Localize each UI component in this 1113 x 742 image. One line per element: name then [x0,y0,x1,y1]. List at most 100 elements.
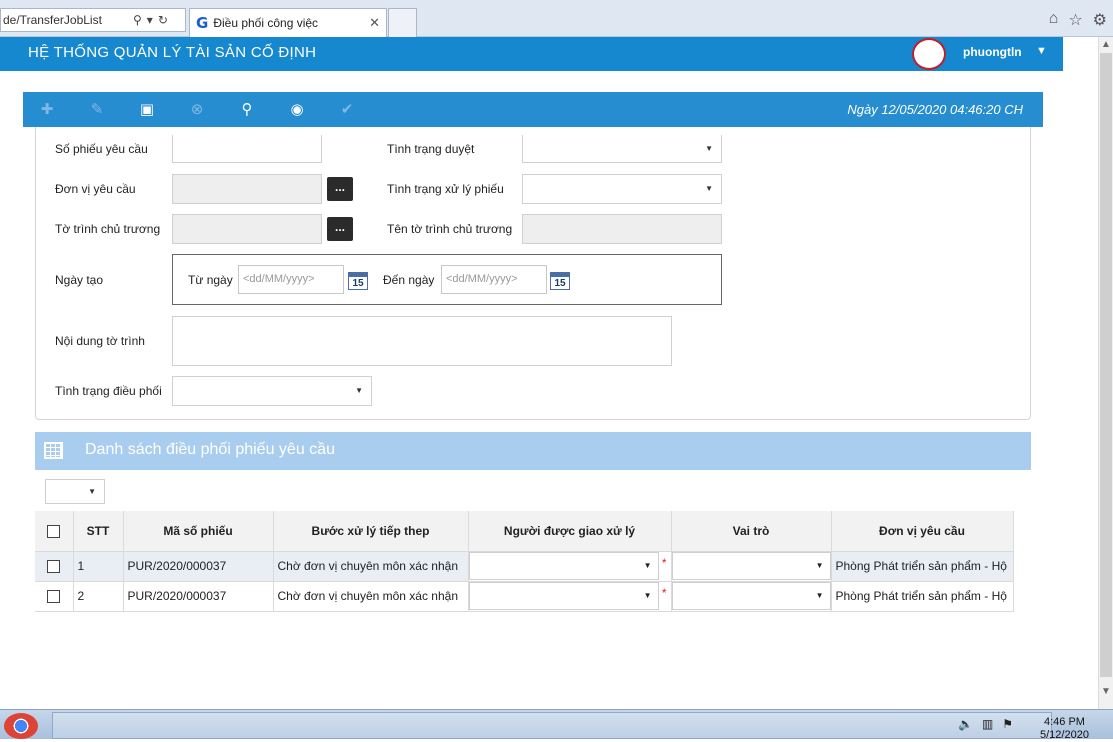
close-icon[interactable]: ✕ [369,15,380,31]
current-datetime: Ngày 12/05/2020 04:46:20 CH [847,102,1023,117]
chevron-down-icon[interactable]: ▾ [147,13,153,27]
table-header-row: STT Mã số phiếu Bước xử lý tiếp thep Ngư… [35,511,1014,552]
refresh-icon[interactable]: ↻ [158,13,168,27]
chevron-down-icon: ▼ [643,591,652,600]
scroll-up-icon[interactable]: ▲ [1101,39,1111,50]
assignee-cell[interactable]: ▼ * [468,551,672,582]
save-icon[interactable]: ▣ [137,100,157,120]
so-phieu-input[interactable] [172,135,322,163]
noi-dung-textarea[interactable] [172,316,672,366]
cancel-icon[interactable]: ⊗ [187,100,207,120]
required-mark: * [661,586,667,600]
scroll-down-icon[interactable]: ▼ [1101,686,1111,697]
tab-active[interactable]: G Điều phối công việc ✕ [189,8,387,37]
action-toolbar: ✚ ✎ ▣ ⊗ ⚲ ◉ ✔ Ngày 12/05/2020 04:46:20 C… [23,92,1043,127]
select-all-checkbox[interactable] [47,524,61,538]
den-ngay-input[interactable]: <dd/MM/yyyy> [441,265,547,294]
tinh-trang-xu-ly-label: Tình trạng xử lý phiếu [387,182,504,196]
clock[interactable]: 4:46 PM 5/12/2020 [1040,716,1089,742]
don-vi-cell: Phòng Phát triển sản phẩm - Hộ [831,551,1014,582]
gear-icon[interactable]: ⚙ [1093,10,1107,30]
don-vi-cell: Phòng Phát triển sản phẩm - Hộ [831,581,1014,612]
home-icon[interactable]: ⌂ [1049,10,1059,30]
search-icon[interactable]: ⚲ [237,100,257,120]
tinh-trang-duyet-select[interactable]: ▼ [522,135,722,163]
role-cell[interactable]: ▼ [671,551,832,582]
taskbar-window-button[interactable] [52,712,1052,739]
to-trinh-input[interactable] [172,214,322,244]
search-icon[interactable]: ⚲ [133,13,142,27]
clock-date: 5/12/2020 [1040,729,1089,741]
coordination-table: STT Mã số phiếu Bước xử lý tiếp thep Ngư… [35,511,1014,612]
column-header[interactable]: Người được giao xử lý [468,511,672,552]
grid-icon [44,442,63,459]
don-vi-input[interactable] [172,174,322,204]
row-select-cell[interactable] [35,551,74,582]
view-icon[interactable]: ◉ [287,100,307,120]
company-logo-icon [912,38,946,70]
assignee-cell[interactable]: ▼ * [468,581,672,612]
role-cell[interactable]: ▼ [671,581,832,612]
ma-so-cell: PUR/2020/000037 [123,581,274,612]
stt-cell: 2 [73,581,124,612]
approve-icon[interactable]: ✔ [337,100,357,120]
scroll-thumb[interactable] [1100,53,1112,677]
date-range-box: Từ ngày <dd/MM/yyyy> 15 Đến ngày <dd/MM/… [172,254,722,305]
star-icon[interactable]: ☆ [1068,10,1082,30]
address-text[interactable]: de/TransferJobList [1,13,129,27]
assignee-select[interactable]: ▼ * [468,552,667,580]
calendar-icon[interactable]: 15 [348,272,368,290]
don-vi-picker-button[interactable]: ... [327,177,353,201]
ten-to-trinh-input[interactable] [522,214,722,244]
page-size-select[interactable]: ▼ [45,479,105,504]
stt-cell: 1 [73,551,124,582]
network-icon[interactable]: ▥ [982,717,993,731]
flag-icon[interactable]: ⚑ [1002,717,1013,731]
app-title: HỆ THỐNG QUẢN LÝ TÀI SẢN CỐ ĐỊNH [28,44,317,61]
edit-icon[interactable]: ✎ [87,100,107,120]
vertical-scrollbar[interactable]: ▲ ▼ [1098,37,1113,709]
row-checkbox[interactable] [47,590,61,604]
select-all-header[interactable] [35,511,74,552]
so-phieu-label: Số phiếu yêu cầu [55,142,148,156]
column-header[interactable]: Đơn vị yêu cầu [831,511,1014,552]
noi-dung-label: Nội dung tờ trình [55,334,145,348]
address-bar[interactable]: de/TransferJobList ⚲ ▾ ↻ [0,8,186,32]
chevron-down-icon: ▼ [705,144,713,153]
table-row[interactable]: 1 PUR/2020/000037 Chờ đơn vị chuyên môn … [35,551,1014,582]
required-mark: * [661,556,667,570]
favicon-icon: G [196,14,209,32]
chevron-down-icon: ▼ [355,386,363,395]
ten-to-trinh-label: Tên tờ trình chủ trương [387,222,513,236]
to-trinh-picker-button[interactable]: ... [327,217,353,241]
ngay-tao-label: Ngày tạo [55,273,104,287]
column-header[interactable]: Mã số phiếu [123,511,274,552]
column-header[interactable]: Bước xử lý tiếp thep [273,511,469,552]
row-checkbox[interactable] [47,560,61,574]
row-select-cell[interactable] [35,581,74,612]
user-menu-caret-icon[interactable]: ▼ [1036,45,1047,57]
tinh-trang-xu-ly-select[interactable]: ▼ [522,174,722,204]
browser-toolbar: de/TransferJobList ⚲ ▾ ↻ G Điều phối côn… [0,0,1113,37]
table-row[interactable]: 2 PUR/2020/000037 Chờ đơn vị chuyên môn … [35,581,1014,612]
volume-icon[interactable]: 🔈 [958,717,973,731]
column-header[interactable]: Vai trò [671,511,832,552]
tu-ngay-input[interactable]: <dd/MM/yyyy> [238,265,344,294]
new-tab-button[interactable] [388,8,417,37]
tinh-trang-dieu-phoi-select[interactable]: ▼ [172,376,372,406]
user-name[interactable]: phuongtln [963,45,1022,59]
column-header[interactable]: STT [73,511,124,552]
role-select[interactable]: ▼ [671,582,830,610]
chevron-down-icon: ▼ [815,561,824,570]
chrome-taskbar-icon[interactable] [4,713,38,739]
to-trinh-label: Tờ trình chủ trương [55,222,161,236]
buoc-cell: Chờ đơn vị chuyên môn xác nhận [273,551,469,582]
assignee-select[interactable]: ▼ * [468,582,667,610]
calendar-icon[interactable]: 15 [550,272,570,290]
role-select[interactable]: ▼ [671,552,830,580]
don-vi-label: Đơn vị yêu cầu [55,182,136,196]
tab-title[interactable]: Điều phối công việc [213,16,369,30]
tinh-trang-duyet-label: Tình trạng duyệt [387,142,475,156]
tinh-trang-dieu-phoi-label: Tình trạng điều phối [55,384,162,398]
add-icon[interactable]: ✚ [37,100,57,120]
